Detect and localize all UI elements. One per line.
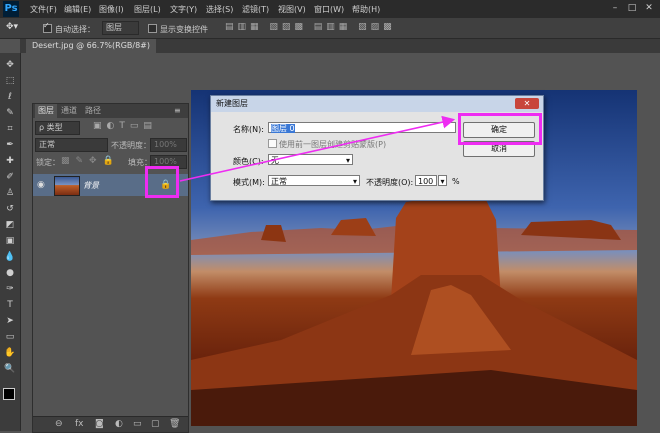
annotation-arrow — [179, 115, 456, 182]
